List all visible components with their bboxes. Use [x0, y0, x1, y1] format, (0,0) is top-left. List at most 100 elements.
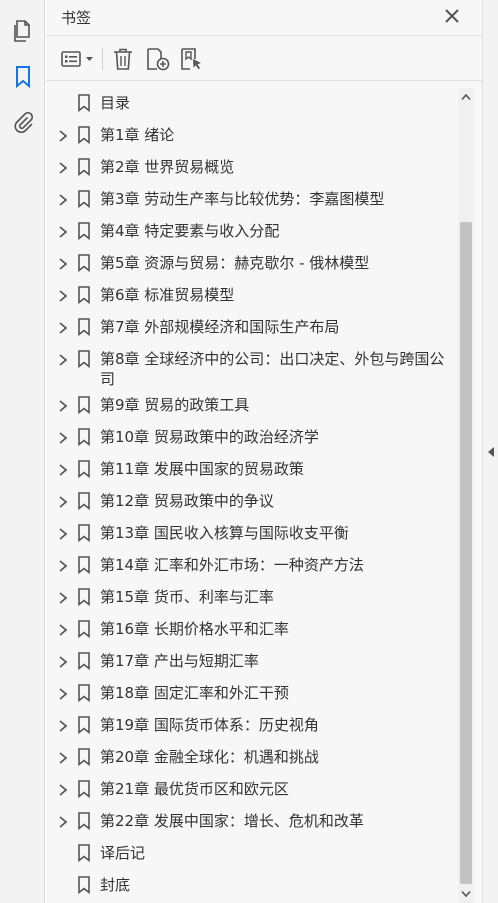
bookmark-icon [77, 158, 91, 177]
bookmark-item[interactable]: 译后记 [46, 838, 458, 870]
bookmark-label: 第10章 贸易政策中的政治经济学 [100, 428, 319, 446]
bookmark-label: 第4章 特定要素与收入分配 [100, 222, 280, 240]
bookmark-label: 第2章 世界贸易概览 [100, 158, 235, 176]
bookmark-icon [77, 126, 91, 145]
options-menu-button[interactable] [60, 46, 96, 72]
chevron-right-icon[interactable] [56, 288, 70, 302]
chevron-right-icon[interactable] [56, 494, 70, 508]
bookmark-item[interactable]: 第9章 贸易的政策工具 [46, 390, 458, 422]
bookmark-item[interactable]: 第16章 长期价格水平和汇率 [46, 614, 458, 646]
chevron-right-icon[interactable] [56, 622, 70, 636]
bookmark-label: 第3章 劳动生产率与比较优势：李嘉图模型 [100, 190, 385, 208]
bookmark-item[interactable]: 第7章 外部规模经济和国际生产布局 [46, 312, 458, 344]
bookmark-item[interactable]: 第22章 发展中国家：增长、危机和改革 [46, 806, 458, 838]
close-icon[interactable] [442, 6, 462, 26]
bookmark-icon [77, 396, 91, 415]
new-bookmark-icon [147, 48, 170, 71]
attachment-icon[interactable] [8, 108, 37, 137]
bookmark-icon[interactable] [8, 62, 37, 91]
bookmark-label: 第11章 发展中国家的贸易政策 [100, 460, 304, 478]
bookmark-label: 第9章 贸易的政策工具 [100, 396, 250, 414]
chevron-right-icon[interactable] [56, 192, 70, 206]
bookmark-label: 第13章 国民收入核算与国际收支平衡 [100, 524, 349, 542]
bookmark-item[interactable]: 第21章 最优货币区和欧元区 [46, 774, 458, 806]
toolbar-separator [102, 48, 103, 70]
panel-header: 书签 [46, 0, 482, 36]
bookmark-label: 第21章 最优货币区和欧元区 [100, 780, 289, 798]
bookmark-icon [77, 254, 91, 273]
delete-bookmark-button[interactable] [110, 46, 136, 72]
bookmark-label: 目录 [100, 94, 131, 112]
bookmark-icon [77, 460, 91, 479]
bookmark-icon [77, 318, 91, 337]
bookmark-icon [77, 652, 91, 671]
bookmark-item[interactable]: 第14章 汇率和外汇市场：一种资产方法 [46, 550, 458, 582]
bookmark-item[interactable]: 第3章 劳动生产率与比较优势：李嘉图模型 [46, 184, 458, 216]
bookmark-item[interactable]: 封底 [46, 870, 458, 902]
bookmark-label: 第22章 发展中国家：增长、危机和改革 [100, 812, 364, 830]
scroll-down-arrow-icon[interactable] [458, 885, 474, 903]
chevron-right-icon[interactable] [56, 558, 70, 572]
chevron-right-icon[interactable] [56, 814, 70, 828]
bookmark-label: 第17章 产出与短期汇率 [100, 652, 259, 670]
bookmarks-toolbar [46, 37, 482, 81]
chevron-right-icon[interactable] [56, 526, 70, 540]
bookmark-icon [77, 812, 91, 831]
chevron-right-icon[interactable] [56, 430, 70, 444]
bookmark-icon [77, 684, 91, 703]
chevron-right-icon[interactable] [56, 654, 70, 668]
scroll-up-arrow-icon[interactable] [458, 88, 474, 106]
bookmark-item[interactable]: 第6章 标准贸易模型 [46, 280, 458, 312]
scrollbar-thumb[interactable] [460, 222, 472, 884]
new-bookmark-button[interactable] [144, 46, 172, 72]
bookmark-item[interactable]: 第12章 贸易政策中的争议 [46, 486, 458, 518]
bookmark-label: 第6章 标准贸易模型 [100, 286, 235, 304]
bookmark-icon [77, 428, 91, 447]
bookmark-item[interactable]: 第2章 世界贸易概览 [46, 152, 458, 184]
chevron-right-icon[interactable] [56, 160, 70, 174]
bookmark-item[interactable]: 第5章 资源与贸易：赫克歇尔 - 俄林模型 [46, 248, 458, 280]
bookmark-icon [77, 524, 91, 543]
bookmark-item[interactable]: 第15章 货币、利率与汇率 [46, 582, 458, 614]
bookmark-icon [77, 876, 91, 895]
bookmark-item[interactable]: 目录 [46, 88, 458, 120]
chevron-right-icon[interactable] [56, 782, 70, 796]
chevron-right-icon[interactable] [56, 462, 70, 476]
bookmark-item[interactable]: 第11章 发展中国家的贸易政策 [46, 454, 458, 486]
bookmark-icon [77, 748, 91, 767]
chevron-right-icon[interactable] [56, 352, 70, 366]
chevron-right-icon[interactable] [56, 398, 70, 412]
chevron-right-icon[interactable] [56, 750, 70, 764]
bookmark-item[interactable]: 第20章 金融全球化：机遇和挑战 [46, 742, 458, 774]
chevron-right-icon[interactable] [56, 320, 70, 334]
chevron-right-icon[interactable] [56, 718, 70, 732]
bookmark-label: 第15章 货币、利率与汇率 [100, 588, 274, 606]
vertical-scrollbar[interactable] [458, 88, 474, 903]
bookmark-item[interactable]: 第13章 国民收入核算与国际收支平衡 [46, 518, 458, 550]
bookmark-label: 第7章 外部规模经济和国际生产布局 [100, 318, 340, 336]
chevron-right-icon[interactable] [56, 128, 70, 142]
bookmark-item[interactable]: 第4章 特定要素与收入分配 [46, 216, 458, 248]
bookmark-label: 封底 [100, 876, 131, 894]
bookmark-item[interactable]: 第17章 产出与短期汇率 [46, 646, 458, 678]
chevron-right-icon[interactable] [56, 686, 70, 700]
chevron-right-icon[interactable] [56, 256, 70, 270]
new-bookmark-from-structure-button[interactable] [178, 46, 206, 72]
bookmark-icon [77, 190, 91, 209]
bookmark-item[interactable]: 第10章 贸易政策中的政治经济学 [46, 422, 458, 454]
options-menu-icon [61, 51, 93, 67]
new-bookmark-from-structure-icon [181, 48, 201, 70]
bookmark-item[interactable]: 第8章 全球经济中的公司：出口决定、外包与跨国公司 [46, 344, 458, 388]
pages-icon[interactable] [8, 16, 37, 45]
chevron-right-icon[interactable] [56, 224, 70, 238]
bookmark-item[interactable]: 第18章 固定汇率和外汇干预 [46, 678, 458, 710]
collapse-panel-arrow-icon[interactable] [486, 444, 496, 460]
bookmark-icon [77, 588, 91, 607]
bookmark-item[interactable]: 第1章 绪论 [46, 120, 458, 152]
bookmark-label: 第16章 长期价格水平和汇率 [100, 620, 289, 638]
bookmark-item[interactable]: 第19章 国际货币体系：历史视角 [46, 710, 458, 742]
bookmark-icon [77, 556, 91, 575]
bookmark-icon [77, 844, 91, 863]
navigation-pane-rail [0, 0, 45, 903]
chevron-right-icon[interactable] [56, 590, 70, 604]
